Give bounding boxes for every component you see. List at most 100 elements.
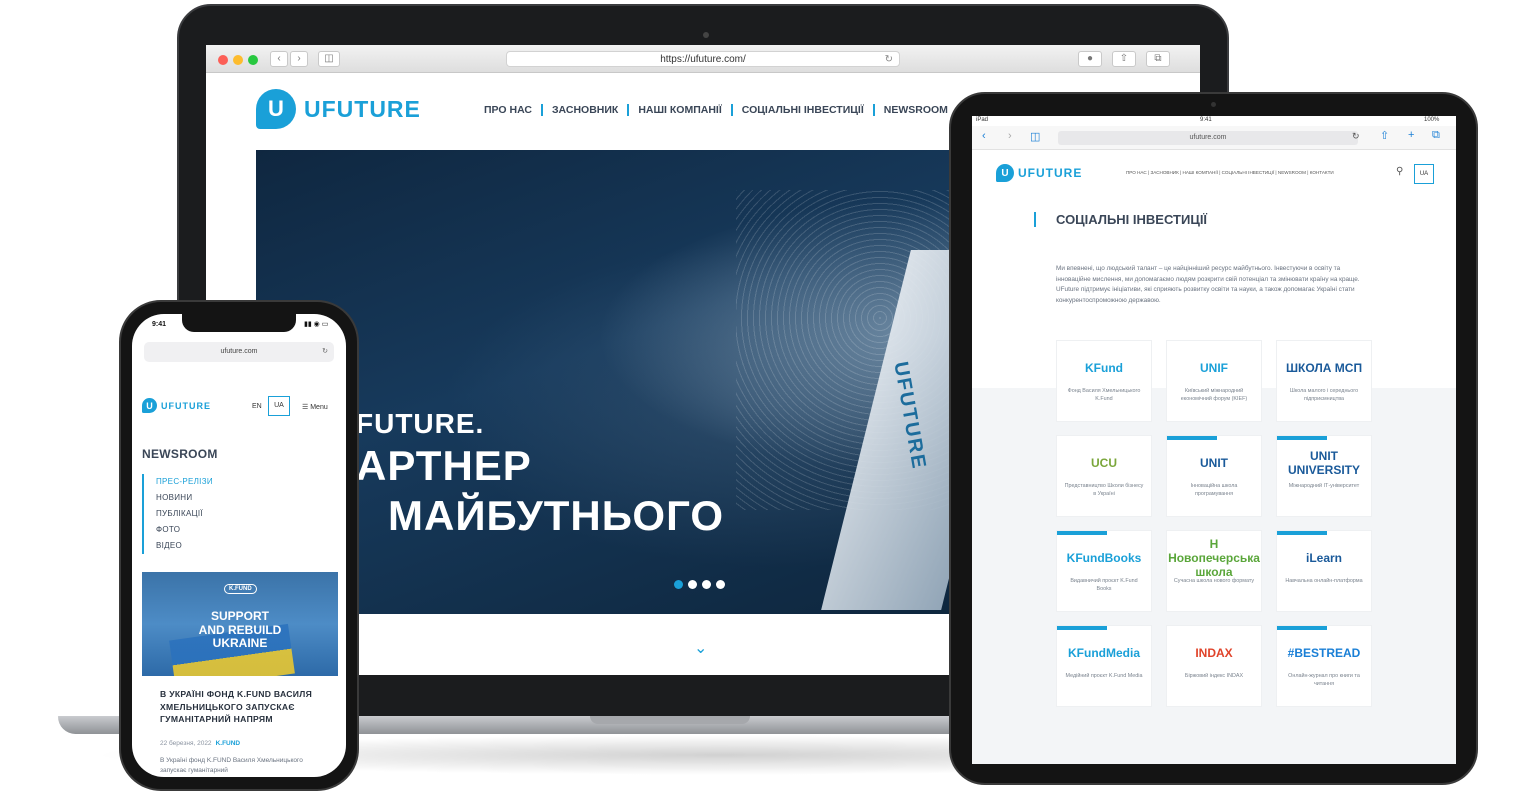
download-icon[interactable]: ●	[1078, 51, 1102, 67]
subnav-item-news[interactable]: НОВИНИ	[142, 490, 213, 506]
news-image[interactable]: K.FUND SUPPORT AND REBUILD UKRAINE	[142, 572, 338, 676]
partner-card[interactable]: UNIT UNIVERSITY Міжнародний ІТ-університе…	[1276, 435, 1372, 517]
tabs-icon[interactable]: ⧉	[1146, 51, 1170, 67]
partner-logo: UNIT UNIVERSITY	[1287, 449, 1360, 477]
tablet-address-bar[interactable]: ufuture.com	[1058, 131, 1358, 145]
nav-item-founder[interactable]: ЗАСНОВНИК	[540, 104, 627, 116]
phone-time: 9:41	[152, 321, 167, 328]
forward-icon[interactable]: ›	[1008, 130, 1012, 142]
logo-mark: U	[256, 89, 296, 129]
tablet-site-logo[interactable]: U UFUTURE	[996, 164, 1082, 182]
phone-site-logo[interactable]: U UFUTURE	[142, 398, 211, 413]
share-icon[interactable]: ⇧	[1380, 129, 1389, 142]
news-excerpt: В Україні фонд K.FUND Василя Хмельницько…	[160, 757, 303, 774]
browser-toolbar: ‹ › ◫ https://ufuture.com/ ↻ ● ⇧ ⧉	[206, 45, 1200, 73]
tablet-site-header: U UFUTURE ПРО НАС | ЗАСНОВНИК | НАШІ КОМ…	[972, 150, 1456, 200]
subnav-item-video[interactable]: ВІДЕО	[142, 538, 213, 554]
language-en[interactable]: EN	[252, 403, 262, 410]
partner-card[interactable]: UCU Представництво Школи бізнесу в Україн…	[1056, 435, 1152, 517]
partner-card[interactable]: KFund Фонд Василя Хмельницького K.Fund	[1056, 340, 1152, 422]
add-tab-icon[interactable]: +	[1408, 129, 1414, 141]
tablet-main-nav[interactable]: ПРО НАС | ЗАСНОВНИК | НАШІ КОМПАНІЇ | СО…	[1126, 170, 1334, 175]
partners-grid: KFund Фонд Василя Хмельницького K.Fund UNI…	[1056, 340, 1376, 707]
minimize-window-button[interactable]	[233, 55, 243, 65]
slider-dot-2[interactable]	[688, 580, 697, 589]
news-headline[interactable]: В УКРАЇНІ ФОНД K.FUND ВАСИЛЯ ХМЕЛЬНИЦЬКО…	[160, 688, 320, 726]
logo-text: UFUTURE	[1018, 166, 1083, 180]
chevron-down-icon[interactable]: ⌄	[694, 638, 707, 658]
back-icon[interactable]: ‹	[270, 51, 288, 67]
section-title: NEWSROOM	[142, 447, 218, 461]
partner-logo: UNIT	[1200, 456, 1228, 470]
partner-card[interactable]: ШКОЛА МСП Школа малого і середнього підпр…	[1276, 340, 1372, 422]
partner-card[interactable]: #BESTREAD Онлайн-журнал про книги та чита…	[1276, 625, 1372, 707]
main-nav: ПРО НАС ЗАСНОВНИК НАШІ КОМПАНІЇ СОЦІАЛЬН…	[484, 104, 957, 116]
logo-text: UFUTURE	[304, 95, 421, 122]
site-logo[interactable]: U UFUTURE	[256, 89, 421, 129]
partner-card[interactable]: H Новопечерська школа Сучасна школа новог…	[1166, 530, 1262, 612]
partner-description: Навчальна онлайн-платформа	[1285, 578, 1363, 584]
partner-card[interactable]: KFundMedia Медійний проєкт K.Fund Media	[1056, 625, 1152, 707]
sidebar-icon[interactable]: ◫	[318, 51, 340, 67]
nav-item-about[interactable]: ПРО НАС	[484, 104, 541, 116]
phone-frame: 9:41 ▮▮ ◉ ▭ ufuture.com ↻ U UFUTURE EN U…	[119, 300, 359, 791]
partner-logo: KFundMedia	[1068, 646, 1140, 660]
partner-description: Видавничий проєкт K.Fund Books	[1070, 578, 1138, 592]
partner-logo: iLearn	[1305, 551, 1342, 565]
nav-item-social-investments[interactable]: СОЦІАЛЬНІ ІНВЕСТИЦІЇ	[730, 104, 873, 116]
partner-logo: KFundBooks	[1066, 551, 1142, 565]
tabs-icon[interactable]: ⧉	[1432, 129, 1440, 142]
tablet-browser-toolbar: ‹ › ◫ ufuture.com ↻ ⇧ + ⧉	[972, 126, 1456, 150]
partner-card[interactable]: INDAX Біржовий індекс INDAX	[1166, 625, 1262, 707]
slider-dot-1[interactable]	[674, 580, 683, 589]
phone-address-bar[interactable]: ufuture.com ↻	[144, 342, 334, 362]
card-tag	[1277, 531, 1327, 535]
menu-button[interactable]: ☰ Menu	[302, 403, 328, 411]
newsroom-subnav: ПРЕС-РЕЛІЗИ НОВИНИ ПУБЛІКАЦІЇ ФОТО ВІДЕО	[142, 474, 213, 554]
partner-card[interactable]: KFundBooks Видавничий проєкт K.Fund Books	[1056, 530, 1152, 612]
slider-dot-3[interactable]	[702, 580, 711, 589]
tablet-battery: 100%	[1424, 117, 1440, 123]
partner-card[interactable]: UNIT Інноваційна школа програмування	[1166, 435, 1262, 517]
language-switch[interactable]: UA	[1414, 164, 1434, 184]
close-window-button[interactable]	[218, 55, 228, 65]
tablet-frame: iPad 9:41 100% ‹ › ◫ ufuture.com ↻ ⇧ + ⧉…	[949, 92, 1478, 785]
reload-icon[interactable]: ↻	[1352, 131, 1360, 142]
subnav-item-publications[interactable]: ПУБЛІКАЦІЇ	[142, 506, 213, 522]
partner-description: Медійний проєкт K.Fund Media	[1065, 673, 1143, 679]
language-ua[interactable]: UA	[268, 396, 290, 416]
reload-icon[interactable]: ↻	[885, 52, 893, 67]
news-tag[interactable]: K.FUND	[216, 740, 241, 747]
hero-title-line-1: FUTURE.	[356, 408, 485, 439]
partner-description: Біржовий індекс INDAX	[1184, 673, 1244, 679]
tablet-time: 9:41	[1200, 117, 1212, 123]
slider-dot-4[interactable]	[716, 580, 725, 589]
partner-card[interactable]: iLearn Навчальна онлайн-платформа	[1276, 530, 1372, 612]
bookmarks-icon[interactable]: ◫	[1030, 130, 1040, 143]
back-icon[interactable]: ‹	[982, 130, 986, 142]
url-text: https://ufuture.com/	[660, 54, 746, 65]
tablet-url-text: ufuture.com	[1189, 134, 1227, 141]
tablet-status-bar: iPad 9:41 100%	[972, 116, 1456, 126]
partner-card[interactable]: UNIF Київський міжнародний економічний фо…	[1166, 340, 1262, 422]
forward-icon[interactable]: ›	[290, 51, 308, 67]
reload-icon[interactable]: ↻	[322, 342, 328, 362]
subnav-item-photo[interactable]: ФОТО	[142, 522, 213, 538]
partner-logo: #BESTREAD	[1287, 646, 1361, 660]
partner-description: Школа малого і середнього підприємництва	[1289, 388, 1359, 402]
slider-dots	[674, 580, 725, 589]
partner-description: Київський міжнародний економічний форум …	[1180, 388, 1248, 402]
search-icon[interactable]: ⚲	[1396, 166, 1403, 177]
address-bar[interactable]: https://ufuture.com/ ↻	[506, 51, 900, 67]
signal-wifi-battery-icon: ▮▮ ◉ ▭	[304, 321, 329, 328]
logo-mark: U	[996, 164, 1014, 182]
nav-item-companies[interactable]: НАШІ КОМПАНІЇ	[627, 104, 730, 116]
nav-item-newsroom[interactable]: NEWSROOM	[872, 104, 957, 116]
maximize-window-button[interactable]	[248, 55, 258, 65]
page-title: СОЦІАЛЬНІ ІНВЕСТИЦІЇ	[1034, 212, 1207, 227]
partner-logo: UCU	[1091, 456, 1117, 470]
subnav-item-press-releases[interactable]: ПРЕС-РЕЛІЗИ	[142, 474, 213, 490]
share-icon[interactable]: ⇧	[1112, 51, 1136, 67]
tablet-camera	[1211, 102, 1216, 107]
partner-description: Представництво Школи бізнесу в Україні	[1064, 483, 1144, 497]
